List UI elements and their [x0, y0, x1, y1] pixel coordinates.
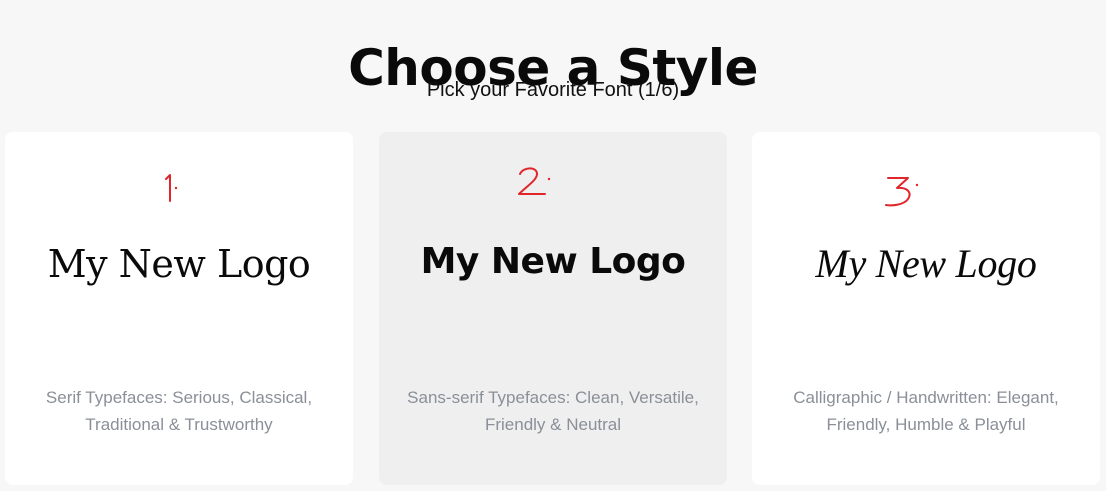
style-card-sans-serif[interactable]: My New Logo Sans-serif Typefaces: Clean,…: [379, 132, 727, 485]
handwritten-1-icon: [165, 174, 178, 202]
style-card-calligraphic[interactable]: My New Logo Calligraphic / Handwritten: …: [752, 132, 1100, 485]
logo-preview-sans-serif: My New Logo: [420, 241, 686, 282]
handwritten-number-3: [752, 170, 1100, 220]
style-options: My New Logo Serif Typefaces: Serious, Cl…: [5, 132, 1101, 485]
handwritten-number-2: [379, 167, 727, 220]
page-subtitle: Pick your Favorite Font (1/6): [426, 79, 680, 101]
card-description: Serif Typefaces: Serious, Classical, Tra…: [45, 388, 313, 434]
card-description: Sans-serif Typefaces: Clean, Versatile, …: [407, 388, 699, 434]
logo-preview-calligraphic: My New Logo: [815, 241, 1037, 286]
handwritten-2-icon: [518, 167, 551, 195]
logo-preview-serif: My New Logo: [47, 242, 311, 286]
style-card-serif[interactable]: My New Logo Serif Typefaces: Serious, Cl…: [5, 132, 353, 485]
handwritten-number-1: [5, 170, 353, 220]
handwritten-3-icon: [885, 177, 919, 207]
card-description: Calligraphic / Handwritten: Elegant, Fri…: [793, 388, 1059, 434]
